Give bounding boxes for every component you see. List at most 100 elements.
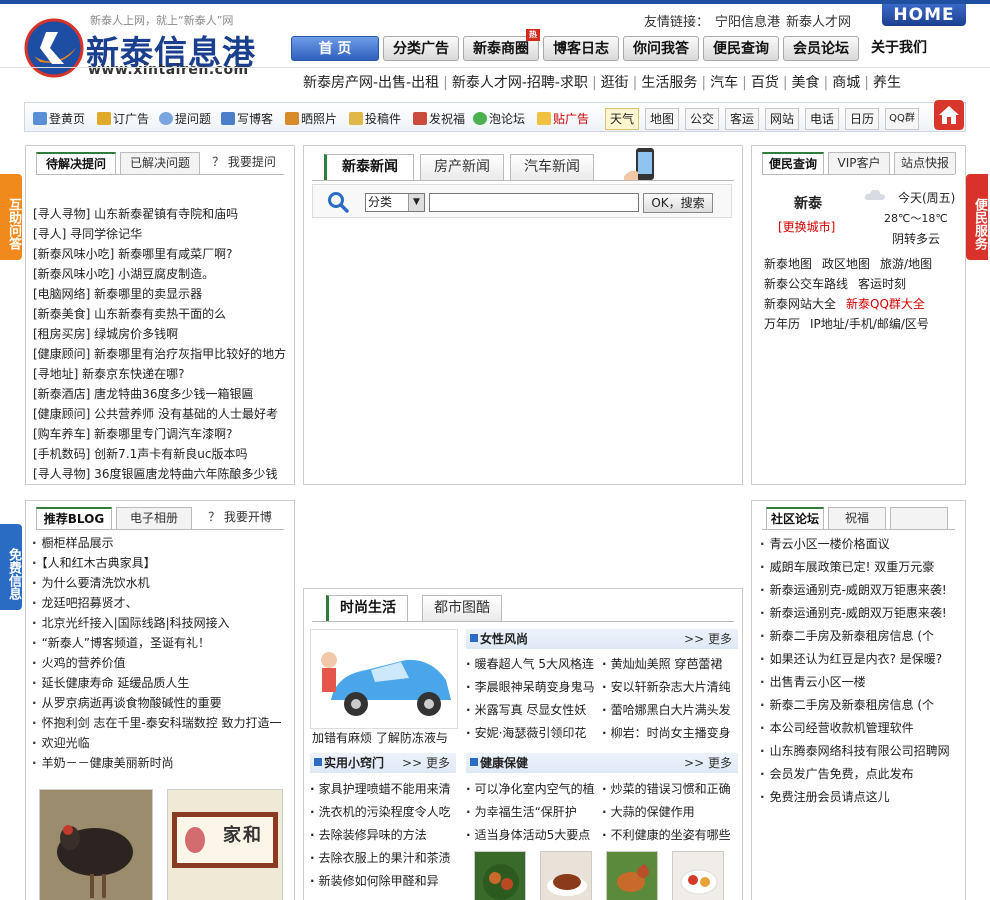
food-thumb[interactable] [672, 851, 724, 900]
list-item[interactable]: 洗衣机的污染程度令人吃 [310, 801, 460, 824]
service-link[interactable]: 政区地图 [822, 257, 870, 271]
tab-qq-group[interactable]: QQ群 [885, 108, 919, 130]
nav-classified[interactable]: 分类广告 [383, 36, 459, 61]
list-item[interactable]: 安以轩新杂志大片清纯 [602, 676, 736, 699]
tab-recommended-blog[interactable]: 推荐BLOG [36, 507, 112, 529]
tab-vip[interactable]: VIP客户 [828, 152, 890, 174]
service-link[interactable]: 新泰公交车路线 [764, 277, 848, 291]
tab-calendar[interactable]: 日历 [845, 108, 879, 130]
list-item[interactable]: 大蒜的保健作用 [602, 801, 736, 824]
service-link[interactable]: 新泰网站大全 [764, 297, 836, 311]
tab-photo-album[interactable]: 电子相册 [116, 507, 192, 529]
blog-thumb-turkey[interactable] [39, 789, 153, 900]
list-item[interactable]: 延长健康寿命 延缓品质人生 [32, 673, 282, 693]
list-item[interactable]: 不利健康的坐姿有哪些 [602, 824, 736, 847]
list-item[interactable]: [新泰风味小吃] 新泰哪里有咸菜厂啊? [33, 244, 286, 264]
tab-xintai-news[interactable]: 新泰新闻 [324, 154, 414, 180]
list-item[interactable]: 炒菜的错误习惯和正确 [602, 778, 736, 801]
friend-link[interactable]: 新泰人才网 [786, 15, 851, 30]
list-item[interactable]: 从罗京病逝再谈食物酸碱性的重要 [32, 693, 282, 713]
service-link[interactable]: 新泰QQ群大全 [846, 297, 925, 311]
list-item[interactable]: 龙廷吧招募贤才、 [32, 593, 282, 613]
list-item[interactable]: [新泰美食] 山东新泰有卖热干面的么 [33, 304, 286, 324]
list-item[interactable]: [健康顾问] 新泰哪里有治疗灰指甲比较好的地方 [33, 344, 286, 364]
food-thumb[interactable] [606, 851, 658, 900]
tab-community-forum[interactable]: 社区论坛 [766, 507, 824, 529]
tool-yellowpage[interactable]: 登黄页 [33, 110, 85, 127]
food-thumb[interactable] [540, 851, 592, 900]
subnav-link[interactable]: 逛街 [601, 75, 629, 91]
list-item[interactable]: [购车养车] 新泰哪里专门调汽车漆啊? [33, 424, 286, 444]
list-item[interactable]: 山东腾泰网络科技有限公司招聘网 [760, 740, 950, 763]
tool-blog[interactable]: 写博客 [221, 110, 273, 127]
friend-link[interactable]: 宁阳信息港 [715, 15, 780, 30]
list-item[interactable]: 怀抱利剑 志在千里-泰安科瑞数控 致力打造一 [32, 713, 282, 733]
blog-thumb-painting[interactable]: 家和 [167, 789, 283, 900]
list-item[interactable]: 为什么要清洗饮水机 [32, 573, 282, 593]
tab-sites[interactable]: 网站 [765, 108, 799, 130]
list-item[interactable]: 免费注册会员请点这儿 [760, 786, 950, 809]
service-link[interactable]: 旅游/地图 [880, 257, 932, 271]
list-item[interactable]: “新泰人”博客频道，圣诞有礼！ [32, 633, 282, 653]
list-item[interactable]: 去除衣服上的果汁和茶渍 [310, 847, 460, 870]
tab-solved[interactable]: 已解决问题 [120, 152, 200, 174]
list-item[interactable]: [电脑网络] 新泰哪里的卖显示器 [33, 284, 286, 304]
list-item[interactable]: 黄灿灿美照 穿芭蕾裙 [602, 653, 736, 676]
more-link[interactable]: >> 更多 [684, 753, 732, 773]
list-item[interactable]: 会员发广告免费，点此发布 [760, 763, 950, 786]
service-link[interactable]: 新泰地图 [764, 257, 812, 271]
subnav-link[interactable]: 汽车 [710, 75, 738, 91]
list-item[interactable]: 橱柜样品展示 [32, 533, 282, 553]
subnav-link[interactable]: 生活服务 [641, 75, 697, 91]
nav-about[interactable]: 关于我们 [867, 36, 931, 61]
food-thumb[interactable] [474, 851, 526, 900]
tab-coach[interactable]: 客运 [725, 108, 759, 130]
list-item[interactable]: 新泰二手房及新泰租房信息 (个 [760, 694, 950, 717]
tool-blessing[interactable]: 发祝福 [413, 110, 465, 127]
tab-fashion-life[interactable]: 时尚生活 [326, 595, 408, 621]
tab-ask-question[interactable]: ？ 我要提问 [204, 152, 284, 174]
list-item[interactable]: [新泰风味小吃] 小湖豆腐皮制造。 [33, 264, 286, 284]
more-link[interactable]: >> 更多 [402, 753, 450, 773]
list-item[interactable]: [寻人寻物] 山东新泰翟镇有寺院和庙吗 [33, 204, 286, 224]
car-illustration[interactable] [310, 629, 458, 729]
list-item[interactable]: 为幸福生活“保肝护 [466, 801, 600, 824]
nav-qa[interactable]: 你问我答 [623, 36, 699, 61]
list-item[interactable]: 羊奶－－健康美丽新时尚 [32, 753, 282, 773]
category-select[interactable]: 分类 ▼ [365, 193, 425, 212]
tool-post-ad[interactable]: 贴广告 [537, 110, 589, 127]
list-item[interactable]: 安妮·海瑟薇引领印花 [466, 722, 600, 745]
list-item[interactable]: 蕾哈娜黑白大片满头发 [602, 699, 736, 722]
tool-order-ad[interactable]: 订广告 [97, 110, 149, 127]
tab-weather[interactable]: 天气 [605, 108, 639, 130]
tab-house-news[interactable]: 房产新闻 [420, 154, 504, 180]
list-item[interactable]: 适当身体活动5大要点 [466, 824, 600, 847]
service-link[interactable]: IP地址/手机/邮编/区号 [810, 317, 929, 331]
list-item[interactable]: 新泰运通别克-威朗双万钜惠来袭! [760, 602, 950, 625]
list-item[interactable]: [寻人] 寻同学徐记华 [33, 224, 286, 244]
home-button[interactable]: HOME [882, 4, 966, 26]
house-icon[interactable] [934, 100, 964, 130]
list-item[interactable]: [健康顾问] 公共营养师 没有基础的人士最好考 [33, 404, 286, 424]
tab-car-news[interactable]: 汽车新闻 [510, 154, 594, 180]
list-item[interactable]: 出售青云小区一楼 [760, 671, 950, 694]
list-item[interactable]: [新泰酒店] 唐龙特曲36度多少钱一箱银匾 [33, 384, 286, 404]
list-item[interactable]: [寻地址] 新泰京东快递在哪? [33, 364, 286, 384]
list-item[interactable]: 米露写真 尽显女性妖 [466, 699, 600, 722]
subnav-link[interactable]: 新泰房产网-出售-出租 [303, 75, 439, 91]
list-item[interactable]: 新泰运通别克-威朗双万钜惠来袭! [760, 579, 950, 602]
subnav-link[interactable]: 新泰人才网-招聘-求职 [452, 75, 588, 91]
list-item[interactable]: 青云小区一楼价格面议 [760, 533, 950, 556]
list-item[interactable]: 去除装修异味的方法 [310, 824, 460, 847]
list-item[interactable]: 李晨眼神呆萌变身鬼马 [466, 676, 600, 699]
list-item[interactable]: [手机数码] 创新7.1声卡有新良uc版本吗 [33, 444, 286, 464]
side-badge-qa[interactable]: 互助问答 [0, 174, 22, 260]
change-city-link[interactable]: [更换城市] [778, 218, 835, 235]
subnav-link[interactable]: 商城 [832, 75, 860, 91]
subnav-link[interactable]: 养生 [873, 75, 901, 91]
list-item[interactable]: [寻人寻物] 36度银匾唐龙特曲六年陈酿多少钱 [33, 464, 286, 484]
tab-blessing[interactable]: 祝福 [828, 507, 886, 529]
side-badge-service[interactable]: 便民服务 [966, 174, 988, 260]
list-item[interactable]: 【人和红木古典家具】 [32, 553, 282, 573]
list-item[interactable]: 新装修如何除甲醛和异 [310, 870, 460, 893]
